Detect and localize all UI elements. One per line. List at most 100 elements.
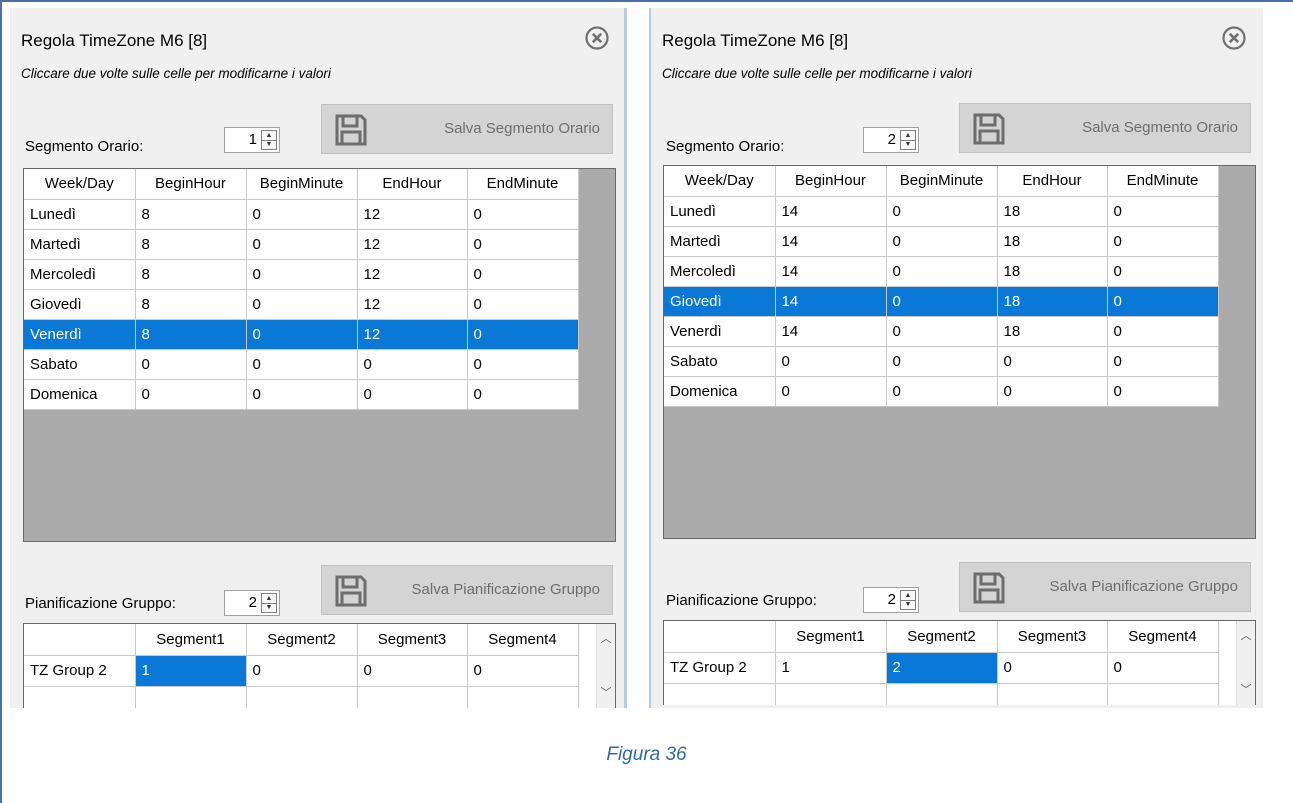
chevron-down-icon[interactable]: ﹀ [600, 684, 612, 700]
table-cell[interactable]: 0 [467, 655, 579, 687]
table-cell[interactable]: 0 [1107, 376, 1219, 407]
table-cell[interactable]: 0 [467, 349, 579, 380]
table-cell[interactable]: 14 [775, 256, 887, 287]
table-cell[interactable]: 0 [1107, 316, 1219, 347]
table-cell[interactable]: 8 [135, 259, 247, 290]
table-cell[interactable]: 0 [467, 379, 579, 410]
table-cell[interactable]: 8 [135, 319, 247, 350]
column-header[interactable]: BeginMinute [886, 166, 998, 197]
table-cell[interactable]: 8 [135, 289, 247, 320]
table-cell[interactable]: 0 [467, 319, 579, 350]
spin-down-icon[interactable]: ▼ [262, 603, 276, 612]
table-cell[interactable]: 1 [775, 652, 887, 684]
table-cell[interactable]: 0 [775, 346, 887, 377]
table-cell[interactable]: Sabato [24, 349, 136, 380]
column-header[interactable]: BeginHour [135, 169, 247, 200]
table-row[interactable]: Mercoledì 8 0 12 0 [24, 259, 579, 290]
table-cell[interactable]: 0 [886, 316, 998, 347]
table-cell[interactable]: 0 [357, 379, 468, 410]
table-row[interactable] [24, 686, 579, 708]
table-cell[interactable]: 0 [135, 349, 247, 380]
table-cell[interactable]: 0 [467, 289, 579, 320]
spin-down-icon[interactable]: ▼ [901, 140, 915, 149]
chevron-up-icon[interactable]: ︿ [600, 630, 612, 646]
chevron-up-icon[interactable]: ︿ [1240, 627, 1252, 643]
column-header[interactable]: EndHour [357, 169, 468, 200]
table-row[interactable]: Domenica 0 0 0 0 [664, 376, 1219, 407]
table-cell[interactable]: 0 [886, 196, 998, 227]
table-cell[interactable]: 0 [467, 199, 579, 230]
table-cell[interactable]: 0 [135, 379, 247, 410]
column-header[interactable]: EndMinute [467, 169, 579, 200]
table-row[interactable]: Domenica 0 0 0 0 [24, 379, 579, 410]
table-cell[interactable]: Lunedì [664, 196, 776, 227]
group-spinner[interactable]: 2 ▲ ▼ [863, 587, 919, 613]
column-header[interactable]: Segment4 [467, 624, 579, 656]
table-row[interactable]: Lunedì 8 0 12 0 [24, 199, 579, 230]
vertical-scrollbar[interactable]: ︿ ﹀ [1236, 621, 1255, 705]
save-segment-button[interactable]: Salva Segmento Orario [959, 103, 1251, 153]
column-header[interactable]: EndHour [997, 166, 1108, 197]
table-cell[interactable]: 14 [775, 316, 887, 347]
table-cell[interactable]: 0 [1107, 346, 1219, 377]
save-segment-button[interactable]: Salva Segmento Orario [321, 104, 613, 154]
table-cell[interactable]: 0 [246, 229, 358, 260]
table-cell[interactable]: 0 [467, 229, 579, 260]
table-cell[interactable]: Domenica [664, 376, 776, 407]
table-row-selected[interactable]: Venerdì 8 0 12 0 [24, 319, 579, 350]
table-cell[interactable]: 0 [886, 286, 998, 317]
table-cell[interactable]: 12 [357, 199, 468, 230]
table-cell[interactable]: 18 [997, 196, 1108, 227]
table-row[interactable]: Martedì 8 0 12 0 [24, 229, 579, 260]
save-group-button[interactable]: Salva Pianificazione Gruppo [321, 565, 613, 615]
table-cell[interactable]: 0 [246, 199, 358, 230]
table-cell[interactable]: Venerdì [24, 319, 136, 350]
table-cell[interactable]: Sabato [664, 346, 776, 377]
table-cell[interactable]: 14 [775, 196, 887, 227]
table-cell[interactable]: 18 [997, 226, 1108, 257]
table-cell[interactable]: 0 [1107, 286, 1219, 317]
table-cell[interactable]: 8 [135, 229, 247, 260]
table-cell[interactable]: 12 [357, 259, 468, 290]
table-cell-selected[interactable]: 1 [135, 655, 247, 687]
table-cell[interactable]: 12 [357, 319, 468, 350]
table-cell[interactable]: 12 [357, 229, 468, 260]
column-header[interactable]: Week/Day [664, 166, 776, 197]
table-cell[interactable]: Mercoledì [664, 256, 776, 287]
table-cell[interactable]: 0 [1107, 196, 1219, 227]
table-cell[interactable]: 0 [246, 319, 358, 350]
table-cell[interactable]: 0 [886, 376, 998, 407]
table-cell[interactable]: 18 [997, 256, 1108, 287]
vertical-scrollbar[interactable]: ︿ ﹀ [596, 624, 615, 708]
table-cell[interactable]: Lunedì [24, 199, 136, 230]
column-header[interactable]: Segment3 [357, 624, 468, 656]
table-row[interactable]: TZ Group 2 1 2 0 0 [664, 652, 1219, 684]
table-cell[interactable]: 0 [997, 346, 1108, 377]
table-cell[interactable]: 0 [997, 652, 1108, 684]
table-row-selected[interactable]: Giovedì 14 0 18 0 [664, 286, 1219, 317]
table-cell[interactable]: 14 [775, 226, 887, 257]
column-header[interactable]: Segment4 [1107, 621, 1219, 653]
table-cell[interactable]: 0 [246, 259, 358, 290]
close-icon[interactable] [584, 25, 610, 51]
column-header[interactable]: Segment3 [997, 621, 1108, 653]
column-header[interactable]: Segment1 [775, 621, 887, 653]
table-cell[interactable]: 0 [886, 226, 998, 257]
spin-down-icon[interactable]: ▼ [901, 600, 915, 609]
chevron-down-icon[interactable]: ﹀ [1240, 681, 1252, 697]
table-row[interactable]: Sabato 0 0 0 0 [664, 346, 1219, 377]
table-cell[interactable]: Giovedì [24, 289, 136, 320]
table-cell[interactable]: Venerdì [664, 316, 776, 347]
table-row[interactable] [664, 683, 1219, 705]
table-cell[interactable]: 12 [357, 289, 468, 320]
table-row[interactable]: Giovedì 8 0 12 0 [24, 289, 579, 320]
table-cell[interactable]: TZ Group 2 [24, 655, 136, 687]
table-cell[interactable]: 18 [997, 316, 1108, 347]
table-cell[interactable]: 0 [1107, 256, 1219, 287]
table-cell[interactable]: 0 [775, 376, 887, 407]
group-spinner[interactable]: 2 ▲ ▼ [224, 590, 280, 616]
table-cell[interactable]: 0 [246, 379, 358, 410]
column-header[interactable]: Segment1 [135, 624, 247, 656]
table-cell[interactable]: 0 [1107, 652, 1219, 684]
table-row[interactable]: Sabato 0 0 0 0 [24, 349, 579, 380]
